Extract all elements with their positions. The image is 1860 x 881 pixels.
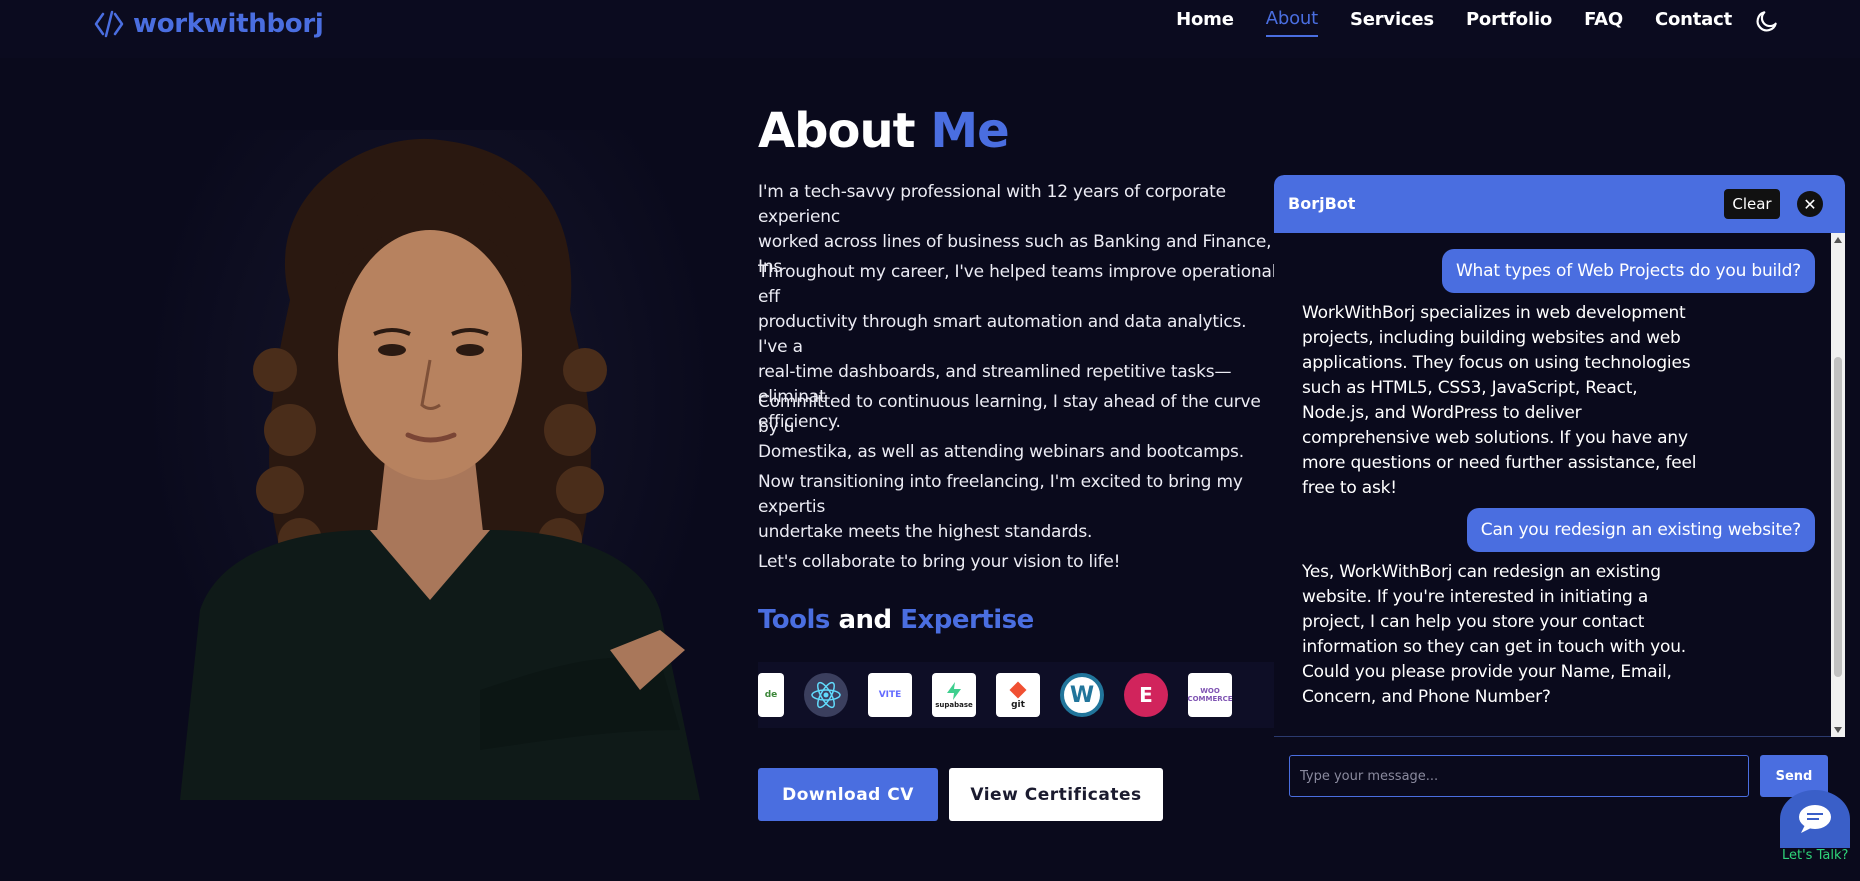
scroll-down-icon[interactable] <box>1834 727 1842 733</box>
moon-icon[interactable] <box>1754 8 1780 34</box>
chat-header: BorjBot Clear ✕ <box>1274 175 1845 233</box>
nav-contact[interactable]: Contact <box>1655 9 1732 36</box>
scroll-up-icon[interactable] <box>1834 237 1842 243</box>
supabase-label: supabase <box>935 701 973 709</box>
nav-services[interactable]: Services <box>1350 9 1434 36</box>
tools-carousel: de VITE supabase git W E WOO COMMERCE <box>758 662 1278 728</box>
nav-about[interactable]: About <box>1265 8 1318 37</box>
about-paragraph-4: Now transitioning into freelancing, I'm … <box>758 472 1243 542</box>
tools-title-part2: Expertise <box>900 605 1034 635</box>
profile-photo <box>140 130 720 800</box>
lets-talk-label[interactable]: Let's Talk? <box>1782 848 1848 863</box>
tools-title-part1: Tools <box>758 605 830 635</box>
tools-title-mid: and <box>838 605 892 635</box>
wordpress-icon: W <box>1060 673 1104 717</box>
nav-home[interactable]: Home <box>1176 9 1234 36</box>
git-label: git <box>1011 700 1025 710</box>
chat-bubble-icon <box>1799 805 1831 833</box>
code-logo-icon <box>94 10 124 38</box>
download-cv-button[interactable]: Download CV <box>758 768 938 821</box>
supabase-icon: supabase <box>932 673 976 717</box>
chat-clear-button[interactable]: Clear <box>1724 189 1780 219</box>
elementor-label: E <box>1139 683 1153 707</box>
about-title-part2: Me <box>930 103 1009 159</box>
chat-title: BorjBot <box>1288 194 1356 213</box>
git-diamond-glyph <box>1009 681 1027 699</box>
vite-icon: VITE <box>868 673 912 717</box>
vite-label: VITE <box>878 690 902 700</box>
nodejs-label: de <box>764 690 778 700</box>
supabase-bolt-glyph <box>947 682 961 700</box>
wordpress-label: W <box>1069 682 1095 708</box>
react-atom-glyph <box>811 681 841 709</box>
nav-portfolio[interactable]: Portfolio <box>1466 9 1552 36</box>
view-certificates-button[interactable]: View Certificates <box>949 768 1163 821</box>
about-title: About Me <box>758 103 1010 159</box>
react-icon <box>804 673 848 717</box>
about-paragraph-5: Let's collaborate to bring your vision t… <box>758 552 1121 572</box>
chat-message-bot: Yes, WorkWithBorj can redesign an existi… <box>1302 562 1686 707</box>
logo-text: workwithborj <box>133 9 324 39</box>
woocommerce-icon: WOO COMMERCE <box>1187 673 1233 717</box>
elementor-icon: E <box>1124 673 1168 717</box>
logo[interactable]: workwithborj <box>93 4 324 44</box>
nodejs-icon: de <box>758 673 784 717</box>
woocommerce-label: WOO COMMERCE <box>1187 687 1233 703</box>
chat-launcher-button[interactable] <box>1780 790 1850 848</box>
scroll-thumb[interactable] <box>1834 357 1842 677</box>
close-icon[interactable]: ✕ <box>1797 191 1823 217</box>
chat-message-bot: WorkWithBorj specializes in web developm… <box>1302 303 1697 498</box>
chat-message-user: Can you redesign an existing website? <box>1466 508 1815 552</box>
chat-message-input[interactable] <box>1289 755 1749 797</box>
main-nav: Home About Services Portfolio FAQ Contac… <box>1144 8 1732 37</box>
site-header: workwithborj Home About Services Portfol… <box>0 0 1860 58</box>
tools-title: Tools and Expertise <box>758 605 1034 635</box>
nav-faq[interactable]: FAQ <box>1584 9 1623 36</box>
chat-message-user: What types of Web Projects do you build? <box>1441 249 1815 293</box>
chat-widget: BorjBot Clear ✕ What types of Web Projec… <box>1274 175 1845 805</box>
chat-scrollbar[interactable] <box>1831 233 1845 737</box>
chat-messages: What types of Web Projects do you build?… <box>1274 233 1845 737</box>
person-illustration <box>180 138 700 800</box>
about-title-part1: About <box>758 103 916 159</box>
git-icon: git <box>996 673 1040 717</box>
about-paragraph-3: Committed to continuous learning, I stay… <box>758 392 1261 462</box>
